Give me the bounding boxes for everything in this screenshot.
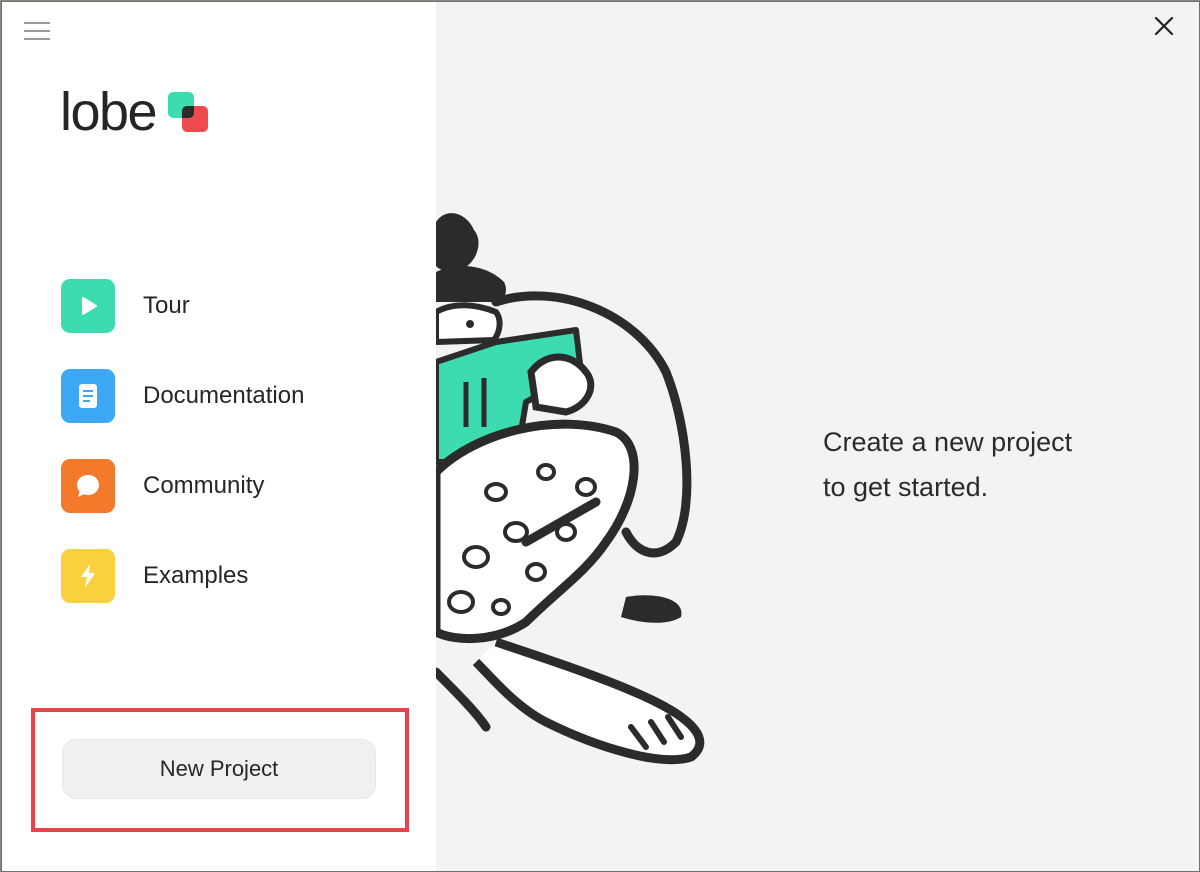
sidebar-menu: Tour Documentation Community Examples <box>61 279 304 639</box>
reading-person-illustration <box>436 213 705 765</box>
play-icon <box>61 279 115 333</box>
sidebar-item-community[interactable]: Community <box>61 459 304 513</box>
empty-state-prompt: Create a new project to get started. <box>823 420 1072 510</box>
lightning-icon <box>61 549 115 603</box>
sidebar-item-examples[interactable]: Examples <box>61 549 304 603</box>
sidebar-item-tour[interactable]: Tour <box>61 279 304 333</box>
document-icon <box>61 369 115 423</box>
sidebar-item-label: Examples <box>143 562 249 589</box>
close-icon[interactable] <box>1152 14 1176 38</box>
sidebar-item-label: Tour <box>143 292 190 319</box>
app-window: lobe Tour Documentation Community Exampl… <box>1 1 1200 872</box>
sidebar: lobe Tour Documentation Community Exampl… <box>2 2 436 871</box>
prompt-line-2: to get started. <box>823 472 989 502</box>
sidebar-item-label: Community <box>143 472 265 499</box>
sidebar-item-documentation[interactable]: Documentation <box>61 369 304 423</box>
new-project-button[interactable]: New Project <box>62 739 376 799</box>
lobe-logo: lobe <box>60 82 212 142</box>
sidebar-item-label: Documentation <box>143 382 305 409</box>
logo-text: lobe <box>60 82 158 142</box>
chat-bubble-icon <box>61 459 115 513</box>
lobe-logo-mark-icon <box>168 92 209 132</box>
prompt-line-1: Create a new project <box>823 427 1073 457</box>
hamburger-icon[interactable] <box>24 20 50 42</box>
